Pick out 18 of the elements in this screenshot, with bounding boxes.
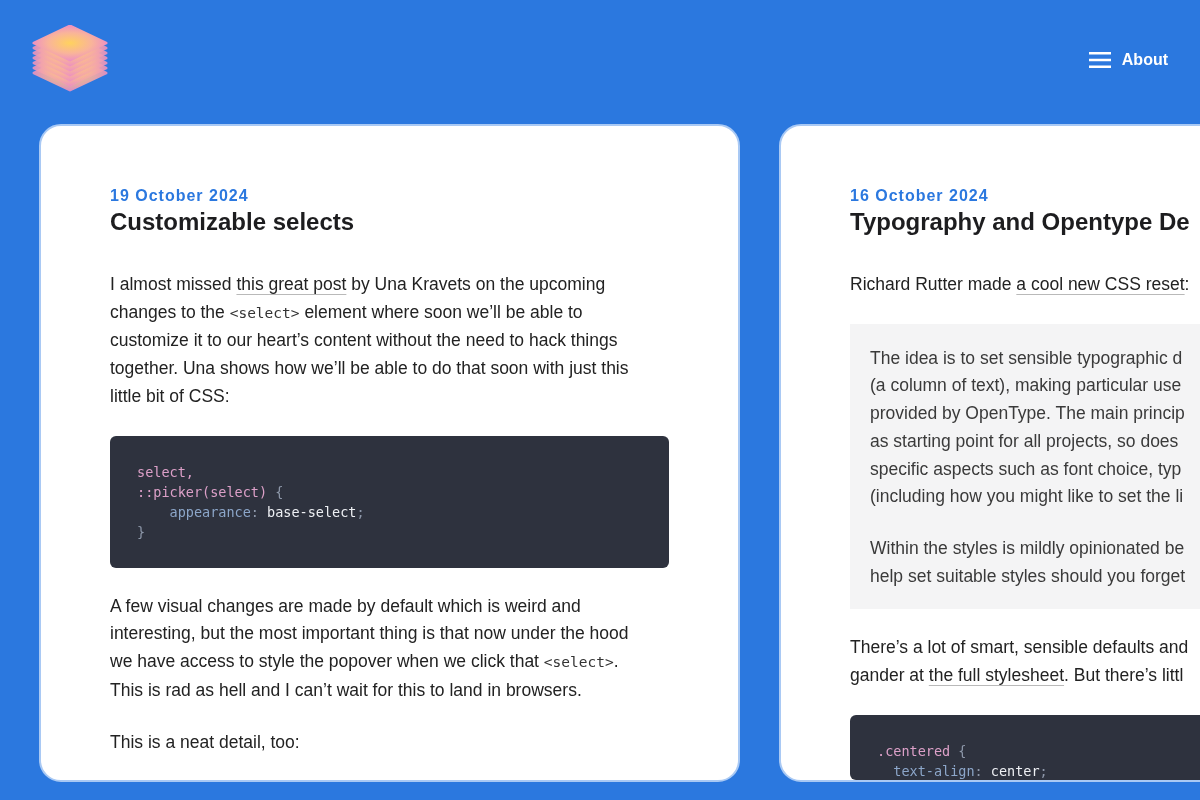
post-date: 19 October 2024	[110, 186, 249, 206]
post-paragraph: I almost missed this great post by Una Kravets on the upcoming changes to the <select> element where soon we’ll be able to customize it to our heart’s content without the need to hack things together. Una shows how we’ll be able to do that soon with just this little bit of CSS:	[110, 273, 630, 408]
quote-paragraph: The idea is to set sensible typographic d (a column of text), making particular use provided by OpenType. The main princip as starting point for all projects, so does specific aspects such as font choice, typ (including how you might like to set the li	[870, 346, 1186, 509]
menu-icon	[1088, 52, 1111, 68]
code-block: .centered { text-align: center;	[850, 714, 1200, 780]
about-menu-button[interactable]: About	[1088, 50, 1168, 70]
post-link[interactable]: a cool new CSS reset	[1016, 274, 1185, 294]
post-paragraph: This is a neat detail, too:	[110, 731, 301, 755]
quote-paragraph: Within the styles is mildly opinionated be help set suitable styles should you forget	[870, 536, 1187, 588]
post-paragraph: Richard Rutter made a cool new CSS reset:	[850, 273, 1191, 296]
post-title: Typography and Opentype De	[850, 207, 1190, 237]
code-block: select, ::picker(select) { appearance: base-select; }	[110, 435, 669, 568]
post-link[interactable]: this great post	[236, 274, 347, 294]
post-link[interactable]: the full stylesheet	[928, 665, 1065, 686]
post-paragraph: There’s a lot of smart, sensible defaults and gander at the full stylesheet. But there’s littl	[850, 636, 1190, 688]
post-date: 16 October 2024	[850, 186, 989, 206]
post-paragraph: A few visual changes are made by default which is weird and interesting, but the most important thing is that now under the hood we have access to style the popover when we click that <select>. This is rad as hell and I can’t wait for this to land in browsers.	[110, 594, 630, 702]
post-title: Customizable selects	[110, 207, 355, 237]
